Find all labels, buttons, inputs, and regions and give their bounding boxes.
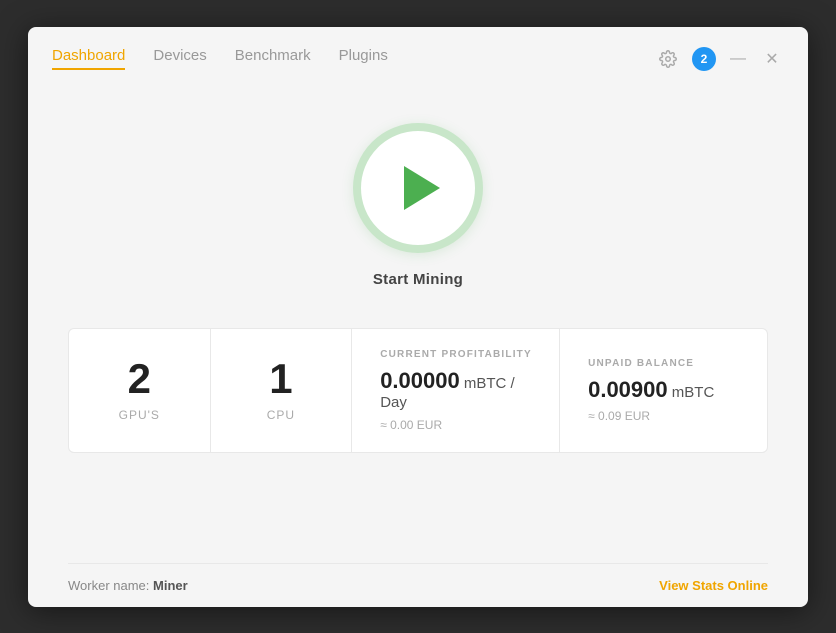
view-stats-link[interactable]: View Stats Online <box>659 578 768 593</box>
balance-value: 0.00900 mBTC <box>588 377 714 403</box>
titlebar: Dashboard Devices Benchmark Plugins 2 — … <box>28 27 808 73</box>
play-button-container: Start Mining <box>353 123 483 288</box>
settings-button[interactable] <box>654 45 682 73</box>
tab-plugins[interactable]: Plugins <box>339 47 388 70</box>
balance-main: 0.00900 <box>588 377 668 402</box>
close-button[interactable]: ✕ <box>760 47 784 71</box>
gpu-stat-block: 2 GPU'S <box>69 329 211 452</box>
play-icon <box>404 166 440 210</box>
minimize-button[interactable]: — <box>726 47 750 71</box>
nav-tabs: Dashboard Devices Benchmark Plugins <box>52 47 388 70</box>
titlebar-controls: 2 — ✕ <box>654 45 784 73</box>
balance-block: UNPAID BALANCE 0.00900 mBTC ≈ 0.09 EUR <box>560 329 767 452</box>
tab-benchmark[interactable]: Benchmark <box>235 47 311 70</box>
balance-unit: mBTC <box>668 384 715 401</box>
start-mining-label: Start Mining <box>373 271 463 288</box>
cpu-label: CPU <box>267 408 295 422</box>
main-content: Start Mining 2 GPU'S 1 CPU CURRENT PROFI… <box>28 73 808 563</box>
profitability-main: 0.00000 <box>380 368 460 393</box>
app-window: Dashboard Devices Benchmark Plugins 2 — … <box>28 27 808 607</box>
gpu-count: 2 <box>128 358 151 400</box>
worker-name-display: Worker name: Miner <box>68 578 188 593</box>
gpu-label: GPU'S <box>119 408 160 422</box>
footer-bar: Worker name: Miner View Stats Online <box>28 564 808 607</box>
cpu-count: 1 <box>269 358 292 400</box>
profitability-section-label: CURRENT PROFITABILITY <box>380 349 532 360</box>
balance-section-label: UNPAID BALANCE <box>588 358 694 369</box>
cpu-stat-block: 1 CPU <box>211 329 353 452</box>
stats-panel: 2 GPU'S 1 CPU CURRENT PROFITABILITY 0.00… <box>68 328 768 453</box>
balance-sub: ≈ 0.09 EUR <box>588 409 650 423</box>
profitability-value: 0.00000 mBTC / Day <box>380 368 543 412</box>
profitability-sub: ≈ 0.00 EUR <box>380 418 442 432</box>
notification-badge[interactable]: 2 <box>692 47 716 71</box>
tab-devices[interactable]: Devices <box>153 47 206 70</box>
tab-dashboard[interactable]: Dashboard <box>52 47 125 70</box>
profitability-block: CURRENT PROFITABILITY 0.00000 mBTC / Day… <box>352 329 560 452</box>
start-mining-button[interactable] <box>353 123 483 253</box>
